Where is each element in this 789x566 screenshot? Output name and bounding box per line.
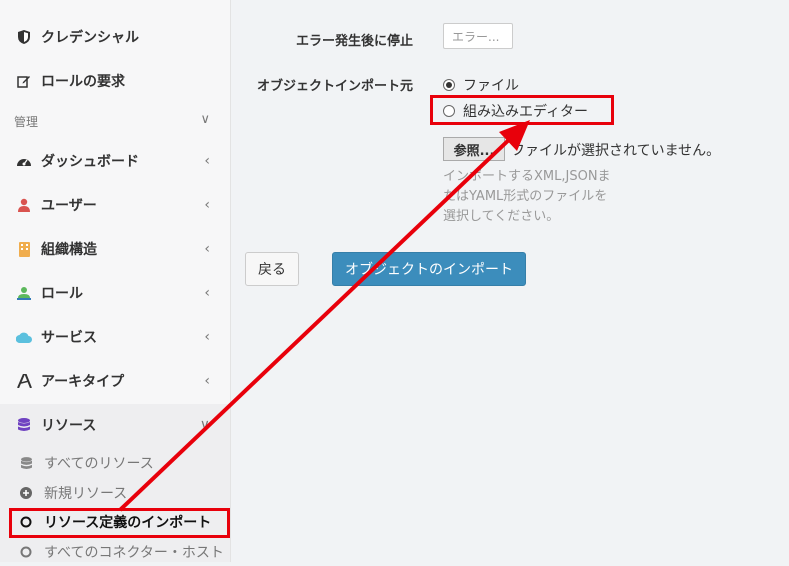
sidebar-item-role-requests[interactable]: ロールの要求: [0, 59, 230, 103]
import-source-label: オブジェクトインポート元: [256, 79, 413, 94]
radio-option-file[interactable]: ファイル: [443, 75, 519, 95]
sidebar-subitem-new-resource[interactable]: 新規リソース: [0, 479, 230, 507]
browse-file-button[interactable]: 参照...: [443, 137, 505, 161]
sidebar-item-label: ダッシュボード: [41, 154, 139, 170]
back-button[interactable]: 戻る: [245, 252, 299, 286]
sidebar-item-label: アーキタイプ: [41, 374, 125, 390]
chevron-left-icon: ‹: [204, 153, 210, 169]
sidebar-item-org-structure[interactable]: 組織構造 ‹: [0, 227, 230, 271]
radio-button[interactable]: [443, 79, 455, 91]
chevron-down-icon: ∨: [199, 417, 210, 433]
role-icon: [15, 284, 33, 302]
sidebar-item-label: 組織構造: [41, 242, 97, 258]
stop-on-error-input[interactable]: エラー...: [443, 23, 513, 49]
dashboard-icon: [15, 152, 33, 170]
sidebar-subitem-all-resources[interactable]: すべてのリソース: [0, 449, 230, 477]
chevron-left-icon: ‹: [204, 329, 210, 345]
sidebar-item-label: ロールの要求: [41, 74, 125, 90]
sidebar: クレデンシャル ロールの要求 管理 ∨ ダッシュボード ‹ ユーザー ‹ 組織構…: [0, 0, 231, 562]
chevron-left-icon: ‹: [204, 197, 210, 213]
chevron-left-icon: ‹: [204, 285, 210, 301]
sidebar-subitem-label: すべてのリソース: [44, 456, 154, 472]
main-content: エラー発生後に停止 エラー... オブジェクトインポート元 ファイル 組み込みエ…: [231, 0, 789, 562]
sidebar-item-users[interactable]: ユーザー ‹: [0, 183, 230, 227]
edit-icon: [15, 72, 33, 90]
sidebar-item-roles[interactable]: ロール ‹: [0, 271, 230, 315]
cloud-icon: [15, 328, 33, 346]
sidebar-item-archetypes[interactable]: アーキタイプ ‹: [0, 359, 230, 403]
sidebar-item-services[interactable]: サービス ‹: [0, 315, 230, 359]
chevron-down-icon[interactable]: ∨: [200, 112, 210, 127]
help-text: インポートするXML,JSONまたはYAML形式のファイルを選択してください。: [443, 169, 611, 224]
sidebar-item-dashboard[interactable]: ダッシュボード ‹: [0, 139, 230, 183]
shield-icon: [15, 28, 33, 46]
plus-circle-icon: [18, 487, 34, 499]
building-icon: [15, 240, 33, 258]
sidebar-item-label: サービス: [41, 330, 97, 346]
user-icon: [15, 196, 33, 214]
highlight-box-import-menu: [9, 508, 230, 538]
database-icon: [15, 416, 33, 434]
sidebar-item-resources[interactable]: リソース ∨: [0, 403, 230, 447]
file-status-text: ファイルが選択されていません。: [511, 143, 721, 159]
sidebar-subitem-label: 新規リソース: [44, 486, 128, 502]
chevron-left-icon: ‹: [204, 241, 210, 257]
sidebar-subitem-label: すべてのコネクター・ホスト: [44, 545, 224, 561]
sidebar-item-label: ロール: [41, 286, 83, 302]
radio-label: ファイル: [463, 78, 519, 94]
import-objects-button[interactable]: オブジェクトのインポート: [332, 252, 526, 286]
sidebar-item-label: リソース: [41, 418, 97, 434]
highlight-box-embedded-editor: [430, 95, 614, 125]
sidebar-item-label: ユーザー: [41, 198, 97, 214]
database-icon: [18, 456, 34, 470]
sidebar-item-label: クレデンシャル: [41, 30, 139, 46]
chevron-left-icon: ‹: [204, 373, 210, 389]
sidebar-section-admin: 管理: [14, 115, 39, 129]
archetype-icon: [15, 372, 33, 390]
stop-on-error-label: エラー発生後に停止: [295, 34, 413, 49]
circle-icon: [18, 546, 34, 558]
sidebar-item-credentials[interactable]: クレデンシャル: [0, 15, 230, 59]
